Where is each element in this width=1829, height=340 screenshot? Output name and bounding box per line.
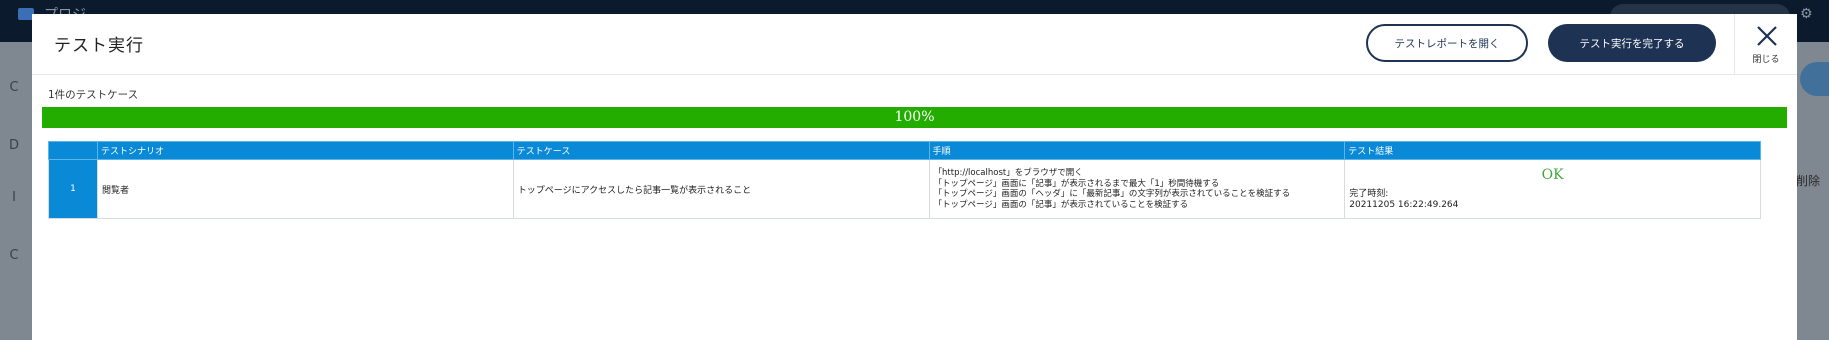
test-case-count: 1件のテストケース <box>48 89 139 101</box>
steps-cell: 「http://localhost」をブラウザで開く 「トップページ」画面に「記… <box>928 159 1346 219</box>
results-table: テストシナリオ テストケース 手順 テスト結果 1 閲覧者 トップページにアクセ… <box>47 141 1761 219</box>
background-left-mark: I <box>12 190 16 205</box>
background-action-button <box>1800 62 1829 96</box>
progress-bar: 100% <box>42 107 1787 128</box>
test-run-dialog: テスト実行 テストレポートを開く テスト実行を完了する 閉じる 1件のテストケー… <box>32 14 1797 340</box>
column-header-steps: 手順 <box>928 141 1346 160</box>
background-left-mark: D <box>8 138 19 153</box>
step-line: 「http://localhost」をブラウザで開く <box>933 168 1083 178</box>
column-header-case: テストケース <box>512 141 930 160</box>
step-line: 「トップページ」画面の「記事」が表示されていることを検証する <box>933 199 1189 210</box>
completed-label: 完了時刻: <box>1349 189 1389 199</box>
test-case-cell: トップページにアクセスしたら記事一覧が表示されること <box>512 159 930 219</box>
background-left-mark: C <box>9 80 19 95</box>
progress-text: 100% <box>894 109 935 125</box>
complete-test-run-button[interactable]: テスト実行を完了する <box>1548 24 1716 62</box>
close-label: 閉じる <box>1752 55 1780 65</box>
row-number: 1 <box>47 159 99 219</box>
column-header-result: テスト結果 <box>1344 141 1761 160</box>
background-left-mark: C <box>9 248 19 263</box>
table-header-row: テストシナリオ テストケース 手順 テスト結果 <box>47 141 1761 160</box>
open-test-report-button[interactable]: テストレポートを開く <box>1366 24 1528 62</box>
dialog-title: テスト実行 <box>54 36 144 56</box>
scenario-cell: 閲覧者 <box>97 159 514 219</box>
column-header-number <box>47 141 99 160</box>
table-row: 1 閲覧者 トップページにアクセスしたら記事一覧が表示されること 「http:/… <box>47 159 1761 219</box>
background-delete-label: 削除 <box>1796 174 1821 188</box>
result-status: OK <box>1541 167 1564 183</box>
close-button[interactable]: 閉じる <box>1734 14 1797 74</box>
gear-icon: ⚙ <box>1800 6 1813 22</box>
dialog-header: テスト実行 テストレポートを開く テスト実行を完了する 閉じる <box>32 14 1797 75</box>
close-icon <box>1757 26 1777 46</box>
column-header-scenario: テストシナリオ <box>97 141 514 160</box>
result-cell: OK 完了時刻: 20211205 16:22:49.264 <box>1344 159 1761 219</box>
step-line: 「トップページ」画面に「記事」が表示されるまで最大「1」秒間待機する <box>933 178 1220 189</box>
step-line: 「トップページ」画面の「ヘッダ」に「最新記事」の文字列が表示されていることを検証… <box>933 189 1291 199</box>
completed-time: 20211205 16:22:49.264 <box>1349 200 1459 210</box>
